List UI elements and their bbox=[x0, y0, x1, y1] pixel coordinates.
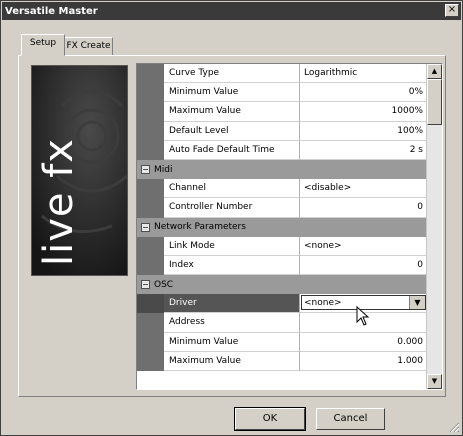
tab-fx-create[interactable]: FX Create bbox=[64, 37, 113, 56]
mouse-pointer-icon bbox=[356, 306, 370, 326]
ok-button[interactable]: OK bbox=[234, 407, 306, 431]
close-button[interactable]: × bbox=[445, 4, 459, 17]
window-title: Versatile Master bbox=[5, 5, 98, 17]
title-bar[interactable]: Versatile Master × bbox=[2, 2, 461, 20]
dialog-window: Versatile Master × Setup FX Create live … bbox=[0, 0, 463, 436]
resize-grip-icon[interactable] bbox=[448, 421, 460, 433]
tab-setup[interactable]: Setup bbox=[21, 34, 65, 56]
setup-panel bbox=[18, 55, 446, 397]
cancel-button[interactable]: Cancel bbox=[316, 408, 385, 430]
